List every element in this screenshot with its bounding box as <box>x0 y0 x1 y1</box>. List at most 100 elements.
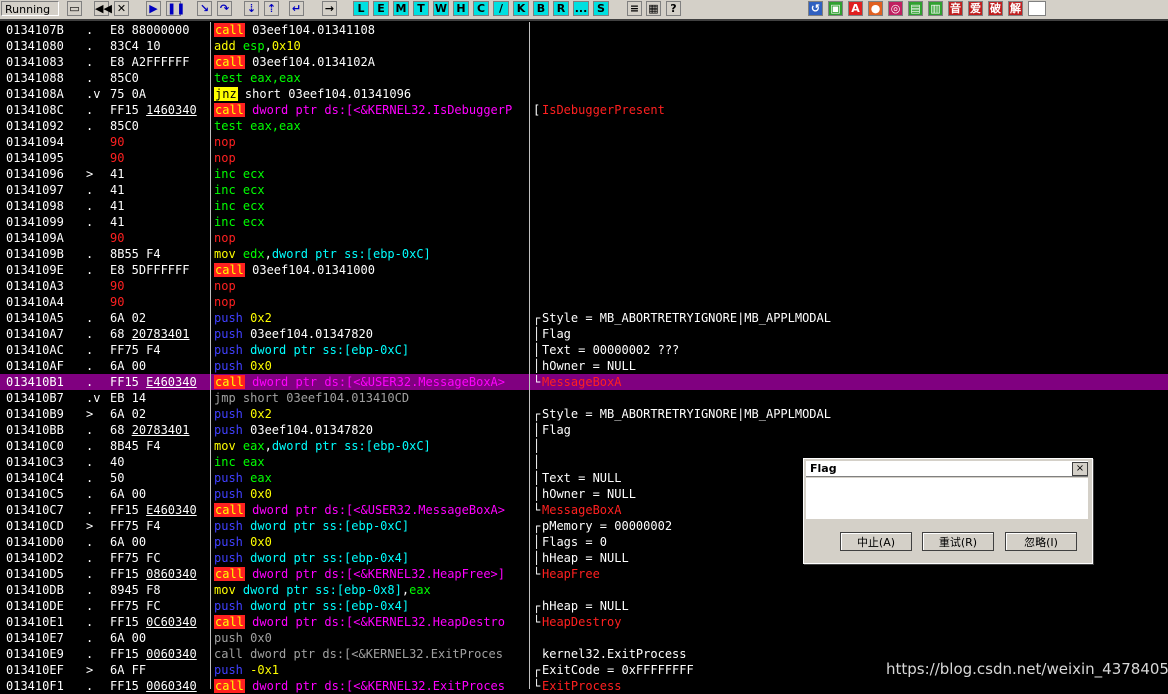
instruction-token: test eax,eax <box>214 71 301 85</box>
plugin-image-icon[interactable]: ▤ <box>908 1 923 16</box>
execute-till-return-icon[interactable]: ↵ <box>289 1 304 16</box>
window-button-8[interactable]: K <box>513 1 529 16</box>
disasm-row[interactable]: 0134107B. E8 88000000 call 03eef104.013411… <box>0 22 1168 38</box>
plugin-table-icon[interactable]: ▥ <box>928 1 943 16</box>
instruction-token: dword ptr ss:[ebp-0x8] <box>235 583 402 597</box>
disasm-row[interactable]: 013410A4 90 nop <box>0 294 1168 310</box>
disasm-row[interactable]: 01341098. 41 inc ecx <box>0 198 1168 214</box>
disasm-row[interactable]: 013410E1. FF15 0C60340 call dword ptr ds:[… <box>0 614 1168 630</box>
step-over-icon[interactable]: ↷ <box>217 1 232 16</box>
row-jump-marker: > <box>86 519 94 533</box>
step-into-icon[interactable]: ↘ <box>197 1 212 16</box>
disasm-row[interactable]: 0134109E. E8 5DFFFFFF call 03eef104.013410… <box>0 262 1168 278</box>
disasm-row[interactable]: 0134109B. 8B55 F4 mov edx,dword ptr ss:[eb… <box>0 246 1168 262</box>
row-hex-bytes: E8 A2FFFFFF <box>110 54 189 70</box>
window-button-3[interactable]: T <box>413 1 429 16</box>
hex-part: 0860340 <box>146 567 197 581</box>
disasm-row[interactable]: 013410AF. 6A 00 push 0x0 │ hOwner = NULL <box>0 358 1168 374</box>
window-button-7[interactable]: / <box>493 1 509 16</box>
row-comment: hOwner = NULL <box>542 358 636 374</box>
plugin-cpu-icon[interactable]: ▣ <box>828 1 843 16</box>
window-button-5[interactable]: H <box>453 1 469 16</box>
open-file-icon[interactable]: ▭ <box>67 1 82 16</box>
disasm-row[interactable]: 013410A7. 68 20783401 push 03eef104.013478… <box>0 326 1168 342</box>
plugin-record-icon[interactable]: ● <box>868 1 883 16</box>
plugin-solve-icon[interactable]: 解 <box>1008 1 1023 16</box>
window-button-0[interactable]: L <box>353 1 369 16</box>
disasm-row[interactable]: 013410F1. FF15 0060340 call dword ptr ds:[… <box>0 678 1168 694</box>
ignore-button[interactable]: 忽略(I) <box>1005 532 1077 551</box>
row-hex-bytes: 8B55 F4 <box>110 246 161 262</box>
window-button-6[interactable]: C <box>473 1 489 16</box>
abort-button[interactable]: 中止(A) <box>840 532 912 551</box>
row-instruction: push eax <box>214 470 528 486</box>
pause-icon[interactable]: ❚❚ <box>166 1 185 16</box>
close-icon[interactable]: ✕ <box>114 1 129 16</box>
window-button-1[interactable]: E <box>373 1 389 16</box>
instruction-token: push <box>214 663 243 677</box>
disasm-row[interactable]: 013410B7 .v EB 14 jmp short 03eef104.013410… <box>0 390 1168 406</box>
hex-part: 90 <box>110 295 125 309</box>
plugin-refresh-icon[interactable]: ↺ <box>808 1 823 16</box>
disasm-row[interactable]: 01341092. 85C0 test eax,eax <box>0 118 1168 134</box>
row-hex-bytes: FF15 E460340 <box>110 374 197 390</box>
restart-icon[interactable]: ◀◀ <box>94 1 112 16</box>
comment-text: hHeap = NULL <box>542 551 629 565</box>
trace-into-icon[interactable]: ⇣ <box>244 1 259 16</box>
window-button-4[interactable]: W <box>433 1 449 16</box>
window-button-2[interactable]: M <box>393 1 409 16</box>
disasm-row[interactable]: 013410AC. FF75 F4 push dword ptr ss:[ebp-0… <box>0 342 1168 358</box>
disasm-row[interactable]: 013410A3 90 nop <box>0 278 1168 294</box>
plugin-sound-icon[interactable]: 音 <box>948 1 963 16</box>
comment-text: Style = MB_ABORTRETRYIGNORE|MB_APPLMODAL <box>542 311 831 325</box>
plugin-break-icon[interactable]: 破 <box>988 1 1003 16</box>
disasm-row[interactable]: 013410B9 >6A 02 push 0x2 ┌ Style = MB_ABORTR… <box>0 406 1168 422</box>
disasm-row[interactable]: 01341097. 41 inc ecx <box>0 182 1168 198</box>
window-button-10[interactable]: R <box>553 1 569 16</box>
row-address: 013410A3 <box>6 279 64 293</box>
plugin-a-icon[interactable]: A <box>848 1 863 16</box>
plugin-target-icon[interactable]: ◎ <box>888 1 903 16</box>
row-jump-marker: . <box>86 199 94 213</box>
disassembly-pane[interactable]: 0134107B. E8 88000000 call 03eef104.013411… <box>0 22 1168 693</box>
dialog-close-button[interactable]: × <box>1072 462 1088 476</box>
instruction-token: edx <box>235 247 265 261</box>
disasm-row[interactable]: 013410C0. 8B45 F4 mov eax,dword ptr ss:[eb… <box>0 438 1168 454</box>
disasm-row[interactable]: 01341083. E8 A2FFFFFF call 03eef104.013410… <box>0 54 1168 70</box>
row-hex-bytes: 6A 00 <box>110 486 146 502</box>
layout-icon[interactable]: ≡ <box>627 1 642 16</box>
trace-over-icon[interactable]: ⇡ <box>264 1 279 16</box>
row-instruction: inc ecx <box>214 198 528 214</box>
disasm-row[interactable]: 01341096 >41 inc ecx <box>0 166 1168 182</box>
disasm-row[interactable]: 0134108C. FF15 1460340 call dword ptr ds:[… <box>0 102 1168 118</box>
disasm-row[interactable]: 01341080. 83C4 10 add esp,0x10 <box>0 38 1168 54</box>
goto-icon[interactable]: → <box>322 1 337 16</box>
instruction-token: jmp short 03eef104.013410CD <box>214 391 410 405</box>
disasm-row[interactable]: 013410D5. FF15 0860340 call dword ptr ds:[… <box>0 566 1168 582</box>
plugin-love-icon[interactable]: 爱 <box>968 1 983 16</box>
disasm-row[interactable]: 013410E7. 6A 00 push 0x0 <box>0 630 1168 646</box>
disasm-row[interactable]: 01341099. 41 inc ecx <box>0 214 1168 230</box>
row-comment: ExitCode = 0xFFFFFFFF <box>542 662 694 678</box>
window-button-12[interactable]: S <box>593 1 609 16</box>
row-address: 01341098 <box>6 199 64 213</box>
row-address: 0134108A <box>6 87 64 101</box>
disasm-row[interactable]: 01341094 90 nop <box>0 134 1168 150</box>
grid-icon[interactable]: ▦ <box>646 1 661 16</box>
disasm-row[interactable]: 013410DB. 8945 F8 mov dword ptr ss:[ebp-0x… <box>0 582 1168 598</box>
disasm-row[interactable]: 01341088. 85C0 test eax,eax <box>0 70 1168 86</box>
retry-button[interactable]: 重试(R) <box>922 532 994 551</box>
disasm-row[interactable]: 013410BB. 68 20783401 push 03eef104.013478… <box>0 422 1168 438</box>
disasm-row[interactable]: 01341095 90 nop <box>0 150 1168 166</box>
disasm-row[interactable]: 013410A5. 6A 02 push 0x2 ┌ Style = MB_ABORTR… <box>0 310 1168 326</box>
help-icon[interactable]: ? <box>666 1 681 16</box>
instruction-token: push <box>214 327 243 341</box>
run-icon[interactable]: ▶ <box>146 1 161 16</box>
disasm-row[interactable]: 0134109A 90 nop <box>0 230 1168 246</box>
window-button-9[interactable]: B <box>533 1 549 16</box>
window-button-11[interactable]: ... <box>573 1 589 16</box>
disasm-row[interactable]: 013410B1. FF15 E460340 call dword ptr ds:[… <box>0 374 1168 390</box>
disasm-row[interactable]: 0134108A .v 75 0A jnz short 03eef104.013410… <box>0 86 1168 102</box>
disasm-row[interactable]: 013410DE. FF75 FC push dword ptr ss:[ebp-0… <box>0 598 1168 614</box>
hex-part: FF75 F4 <box>110 519 161 533</box>
